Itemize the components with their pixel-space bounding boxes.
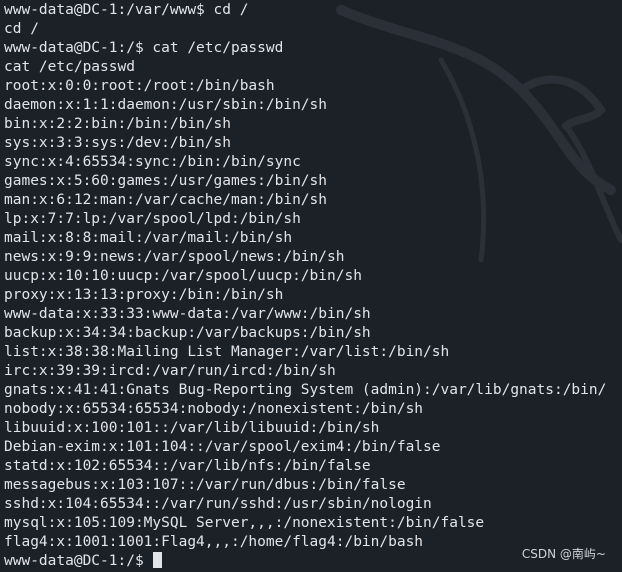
terminal-line: www-data@DC-1:/$ cat /etc/passwd <box>4 40 284 56</box>
terminal-window[interactable]: www-data@DC-1:/var/www$ cd / cd / www-da… <box>0 0 622 572</box>
terminal-line: gnats:x:41:41:Gnats Bug-Reporting System… <box>4 382 607 398</box>
terminal-line: sys:x:3:3:sys:/dev:/bin/sh <box>4 135 231 151</box>
terminal-line: bin:x:2:2:bin:/bin:/bin/sh <box>4 116 231 132</box>
terminal-line: news:x:9:9:news:/var/spool/news:/bin/sh <box>4 249 345 265</box>
terminal-line: www-data:x:33:33:www-data:/var/www:/bin/… <box>4 306 371 322</box>
terminal-line: mail:x:8:8:mail:/var/mail:/bin/sh <box>4 230 293 246</box>
terminal-line: proxy:x:13:13:proxy:/bin:/bin/sh <box>4 287 284 303</box>
terminal-line: lp:x:7:7:lp:/var/spool/lpd:/bin/sh <box>4 211 301 227</box>
terminal-output: www-data@DC-1:/var/www$ cd / cd / www-da… <box>4 1 622 572</box>
terminal-line: root:x:0:0:root:/root:/bin/bash <box>4 78 275 94</box>
terminal-line: list:x:38:38:Mailing List Manager:/var/l… <box>4 344 450 360</box>
terminal-line: sync:x:4:65534:sync:/bin:/bin/sync <box>4 154 301 170</box>
terminal-line: man:x:6:12:man:/var/cache/man:/bin/sh <box>4 192 328 208</box>
text-cursor[interactable] <box>153 552 163 568</box>
terminal-line: cat /etc/passwd <box>4 59 135 75</box>
terminal-line: uucp:x:10:10:uucp:/var/spool/uucp:/bin/s… <box>4 268 362 284</box>
terminal-line: cd / <box>4 21 39 37</box>
terminal-line: nobody:x:65534:65534:nobody:/nonexistent… <box>4 401 424 417</box>
terminal-line: statd:x:102:65534::/var/lib/nfs:/bin/fal… <box>4 458 371 474</box>
terminal-prompt: www-data@DC-1:/$ <box>4 553 153 569</box>
terminal-line: messagebus:x:103:107::/var/run/dbus:/bin… <box>4 477 406 493</box>
terminal-line: www-data@DC-1:/var/www$ cd / <box>4 2 249 18</box>
terminal-line: backup:x:34:34:backup:/var/backups:/bin/… <box>4 325 371 341</box>
terminal-line: games:x:5:60:games:/usr/games:/bin/sh <box>4 173 328 189</box>
terminal-line: daemon:x:1:1:daemon:/usr/sbin:/bin/sh <box>4 97 328 113</box>
terminal-line: Debian-exim:x:101:104::/var/spool/exim4:… <box>4 439 441 455</box>
terminal-line: sshd:x:104:65534::/var/run/sshd:/usr/sbi… <box>4 496 432 512</box>
terminal-line: irc:x:39:39:ircd:/var/run/ircd:/bin/sh <box>4 363 336 379</box>
terminal-line: libuuid:x:100:101::/var/lib/libuuid:/bin… <box>4 420 380 436</box>
watermark: CSDN @南屿~ <box>521 547 606 561</box>
terminal-line: mysql:x:105:109:MySQL Server,,,:/nonexis… <box>4 515 485 531</box>
